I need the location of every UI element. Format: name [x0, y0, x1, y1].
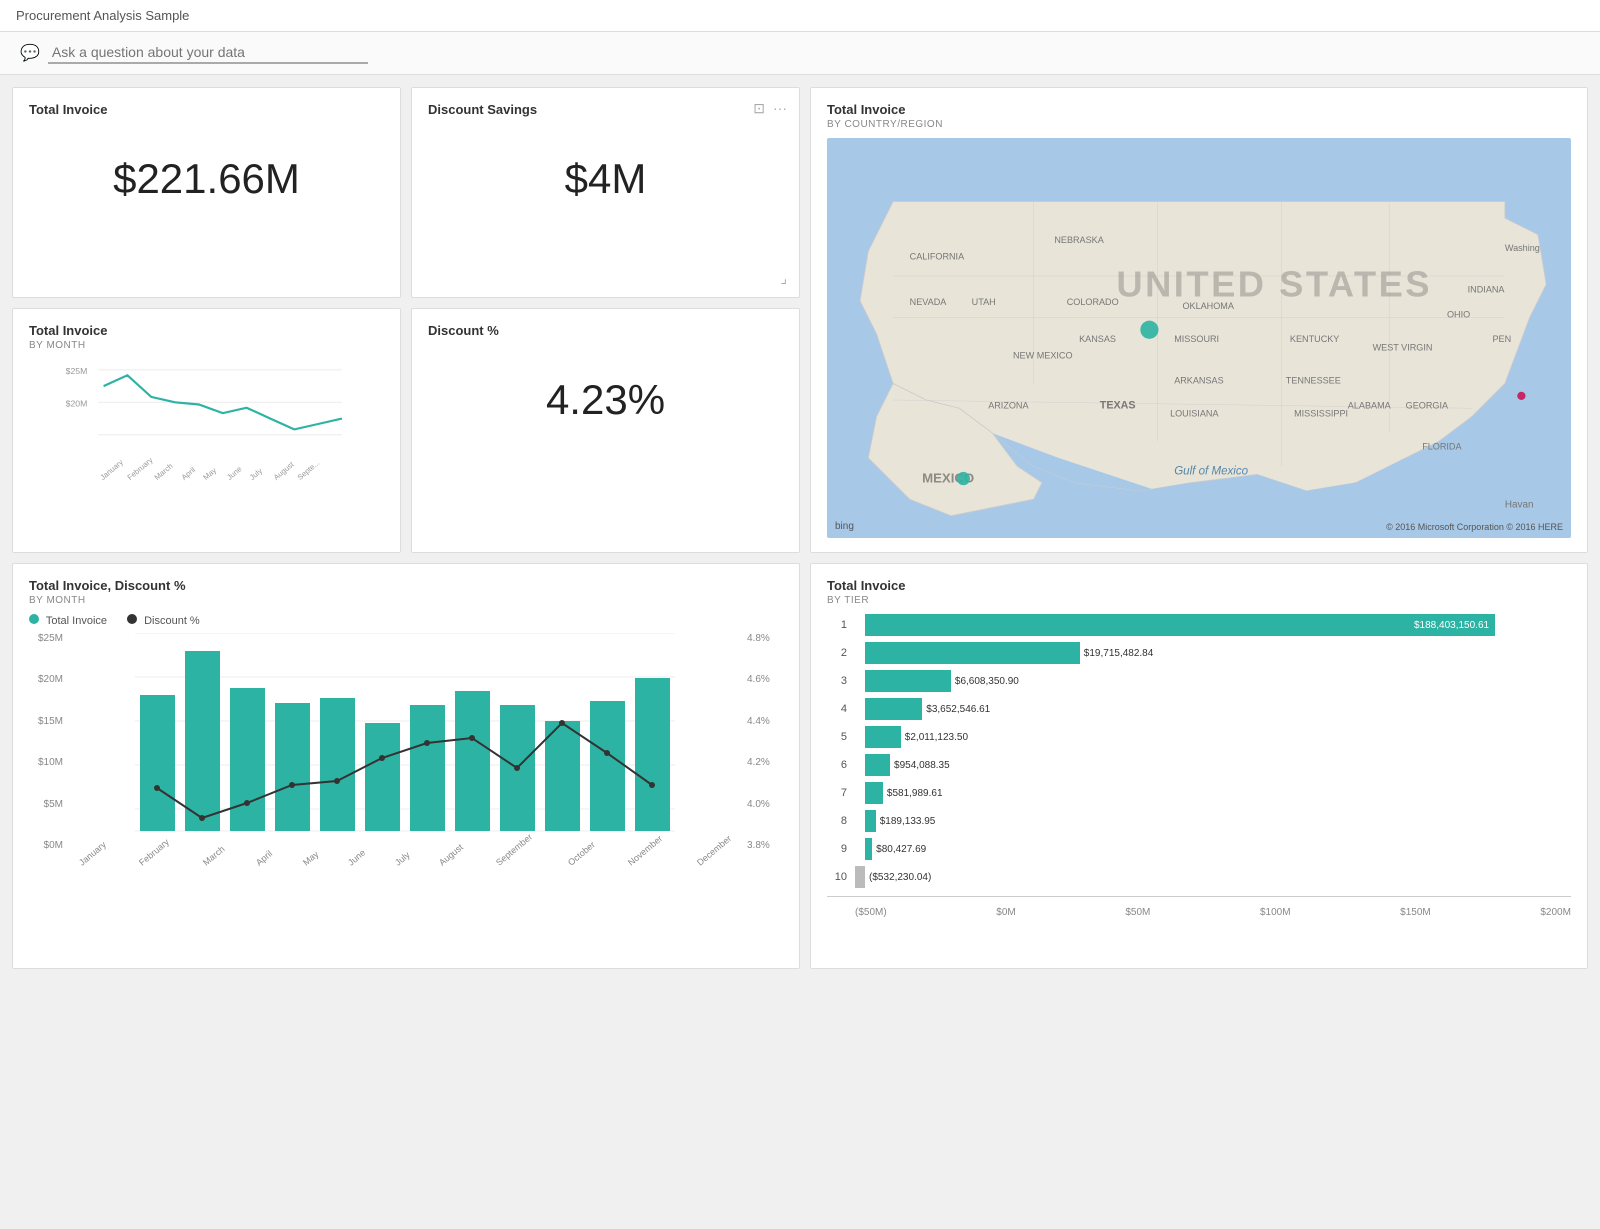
- svg-text:TENNESSEE: TENNESSEE: [1286, 375, 1341, 385]
- svg-text:CALIFORNIA: CALIFORNIA: [910, 251, 965, 261]
- invoice-month-title: Total Invoice: [29, 323, 384, 338]
- svg-text:LOUISIANA: LOUISIANA: [1170, 409, 1219, 419]
- tier-chart-subtitle: BY TIER: [827, 595, 1571, 606]
- total-invoice-legend: Total Invoice: [29, 614, 107, 627]
- discount-pct-card: Discount % 4.23%: [411, 308, 800, 553]
- expand-icon[interactable]: ⊡: [753, 100, 765, 117]
- svg-text:UNITED STATES: UNITED STATES: [1116, 264, 1432, 305]
- tier-row-3: 3 $6,608,350.90: [827, 670, 1571, 692]
- tier-chart-visual: 1 $188,403,150.61 2 $19,715,482.84: [827, 614, 1571, 954]
- tier-chart-title: Total Invoice: [827, 578, 1571, 593]
- total-invoice-value: $221.66M: [29, 119, 384, 239]
- tier-row-9: 9 $80,427.69: [827, 838, 1571, 860]
- combo-chart-subtitle: BY MONTH: [29, 595, 783, 606]
- svg-text:WEST VIRGIN: WEST VIRGIN: [1373, 342, 1433, 352]
- svg-text:August: August: [272, 459, 297, 482]
- tier-row-6: 6 $954,088.35: [827, 754, 1571, 776]
- invoice-month-subtitle: BY MONTH: [29, 340, 384, 351]
- tier-chart-card: Total Invoice BY TIER 1 $188,403,150.61 …: [810, 563, 1588, 969]
- total-invoice-card: Total Invoice $221.66M: [12, 87, 401, 298]
- svg-text:February: February: [125, 455, 154, 482]
- svg-text:GEORGIA: GEORGIA: [1406, 400, 1449, 410]
- svg-text:$25M: $25M: [66, 366, 88, 376]
- resize-handle: ⌟: [780, 270, 787, 287]
- svg-text:Washing: Washing: [1505, 243, 1540, 253]
- discount-pct-value: 4.23%: [428, 340, 783, 460]
- svg-text:OKLAHOMA: OKLAHOMA: [1182, 301, 1234, 311]
- map-subtitle: BY COUNTRY/REGION: [827, 119, 1571, 130]
- svg-text:June: June: [225, 464, 243, 481]
- svg-text:May: May: [201, 466, 218, 482]
- tier-x-axis: ($50M) $0M $50M $100M $150M $200M: [827, 905, 1571, 918]
- discount-savings-card: Discount Savings ⊡ ··· $4M ⌟: [411, 87, 800, 298]
- map-title: Total Invoice: [827, 102, 1571, 117]
- svg-text:NEW MEXICO: NEW MEXICO: [1013, 351, 1073, 361]
- discount-pct-legend-dot: [127, 614, 137, 624]
- combo-chart-title: Total Invoice, Discount %: [29, 578, 783, 593]
- discount-savings-value: $4M: [428, 119, 783, 239]
- tier-row-10: 10 ($532,230.04): [827, 866, 1571, 888]
- svg-text:March: March: [153, 461, 175, 481]
- svg-text:KANSAS: KANSAS: [1079, 334, 1116, 344]
- svg-text:KENTUCKY: KENTUCKY: [1290, 334, 1339, 344]
- svg-text:MISSISSIPPI: MISSISSIPPI: [1294, 409, 1348, 419]
- map-copyright: © 2016 Microsoft Corporation © 2016 HERE: [1386, 522, 1563, 532]
- discount-pct-title: Discount %: [428, 323, 783, 338]
- tier-row-7: 7 $581,989.61: [827, 782, 1571, 804]
- combo-chart-svg: [67, 633, 743, 853]
- tier-row-2: 2 $19,715,482.84: [827, 642, 1571, 664]
- svg-text:July: July: [248, 466, 264, 482]
- tier-row-4: 4 $3,652,546.61: [827, 698, 1571, 720]
- svg-text:$20M: $20M: [66, 399, 88, 409]
- tier-row-8: 8 $189,133.95: [827, 810, 1571, 832]
- discount-pct-legend: Discount %: [127, 614, 200, 627]
- svg-text:April: April: [180, 465, 198, 482]
- bing-label: bing: [835, 521, 854, 532]
- app-title: Procurement Analysis Sample: [16, 8, 189, 23]
- tier-row-1: 1 $188,403,150.61: [827, 614, 1571, 636]
- svg-text:COLORADO: COLORADO: [1067, 297, 1119, 307]
- tier-row-5: 5 $2,011,123.50: [827, 726, 1571, 748]
- svg-text:ARIZONA: ARIZONA: [988, 400, 1029, 410]
- svg-text:PEN: PEN: [1492, 334, 1511, 344]
- svg-text:NEVADA: NEVADA: [910, 297, 948, 307]
- combo-chart-card: Total Invoice, Discount % BY MONTH Total…: [12, 563, 800, 969]
- svg-text:Septe...: Septe...: [296, 458, 322, 482]
- svg-text:UTAH: UTAH: [972, 297, 996, 307]
- invoice-by-month-card: Total Invoice BY MONTH $25M $20M January…: [12, 308, 401, 553]
- more-icon[interactable]: ···: [773, 100, 787, 117]
- total-invoice-legend-dot: [29, 614, 39, 624]
- svg-text:TEXAS: TEXAS: [1100, 399, 1136, 411]
- svg-text:January: January: [98, 458, 125, 482]
- svg-text:FLORIDA: FLORIDA: [1422, 442, 1462, 452]
- svg-text:ARKANSAS: ARKANSAS: [1174, 375, 1223, 385]
- map-card: Total Invoice BY COUNTRY/REGION: [810, 87, 1588, 553]
- svg-text:MISSOURI: MISSOURI: [1174, 334, 1219, 344]
- svg-text:Gulf of Mexico: Gulf of Mexico: [1174, 465, 1248, 477]
- qa-icon: 💬: [20, 43, 40, 63]
- svg-text:OHIO: OHIO: [1447, 309, 1470, 319]
- svg-text:INDIANA: INDIANA: [1468, 285, 1506, 295]
- svg-text:ALABAMA: ALABAMA: [1348, 400, 1392, 410]
- map-visual: UNITED STATES NEVADA CALIFORNIA UTAH NEB…: [827, 138, 1571, 538]
- qa-input[interactable]: [48, 42, 368, 64]
- discount-savings-title: Discount Savings: [428, 102, 783, 117]
- svg-text:NEBRASKA: NEBRASKA: [1054, 235, 1104, 245]
- svg-text:Havan: Havan: [1505, 499, 1534, 510]
- total-invoice-title: Total Invoice: [29, 102, 384, 117]
